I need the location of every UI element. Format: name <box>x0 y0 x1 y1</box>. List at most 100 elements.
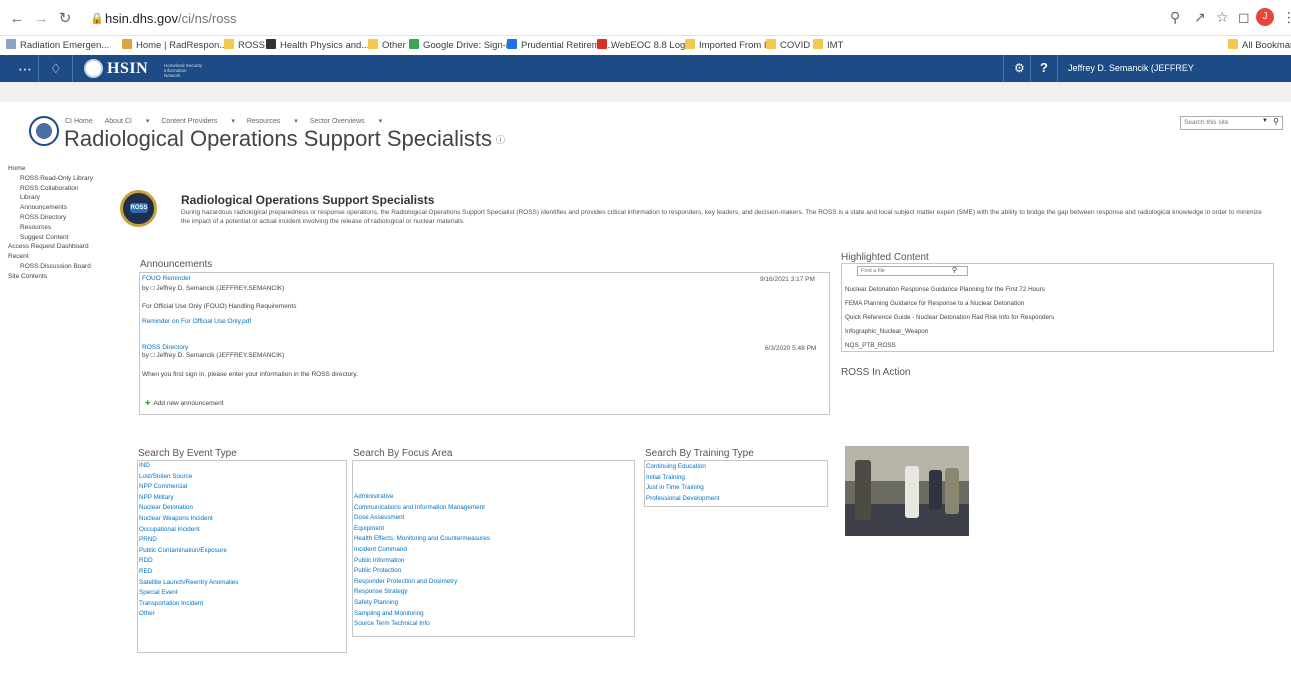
add-announcement-button[interactable]: ✚ Add new announcement <box>145 399 224 407</box>
reload-icon[interactable]: ↻ <box>56 10 74 28</box>
focus-area-item[interactable]: Incident Command <box>354 545 490 556</box>
user-menu[interactable]: Jeffrey D. Semancik (JEFFREY <box>1068 63 1194 73</box>
leftnav-suggest-content[interactable]: Suggest Content <box>8 233 93 243</box>
highlighted-item[interactable]: Quick Reference Guide - Nuclear Detonati… <box>845 314 1054 321</box>
event-type-item[interactable]: IND <box>139 461 238 472</box>
event-type-item[interactable]: Occupational Incident <box>139 525 238 536</box>
training-type-item[interactable]: Continuing Education <box>646 462 720 473</box>
ross-logo-text: ROSS <box>130 203 148 213</box>
hsin-logo[interactable]: HSIN <box>107 60 148 78</box>
highlighted-item-link[interactable]: Nuclear Detonation Response Guidance Pla… <box>845 286 1045 293</box>
event-type-item[interactable]: Special Event <box>139 588 238 599</box>
bookmark-item[interactable]: Health Physics and... <box>266 39 369 51</box>
back-icon[interactable]: ← <box>8 10 26 28</box>
event-type-item[interactable]: RED <box>139 567 238 578</box>
training-type-item[interactable]: Professional Development <box>646 494 720 505</box>
announcement-title-link[interactable]: FOUO Reminder <box>142 275 191 282</box>
gear-icon[interactable]: ⚙ <box>1014 61 1025 75</box>
focus-area-item[interactable]: Safety Planning <box>354 598 490 609</box>
bookmark-item[interactable]: COVID <box>766 39 810 51</box>
event-type-item[interactable]: Other <box>139 609 238 620</box>
focus-area-item[interactable]: Source Term Technical Info <box>354 619 490 630</box>
event-type-item[interactable]: Nuclear Detonation <box>139 503 238 514</box>
event-type-item[interactable]: NPP Commercial <box>139 482 238 493</box>
star-icon[interactable]: ☆ <box>1216 9 1229 26</box>
bookmark-item[interactable]: Other <box>368 39 406 51</box>
sidepanel-icon[interactable]: ◻ <box>1238 9 1250 26</box>
focus-area-title: Search By Focus Area <box>353 448 453 459</box>
address-bar[interactable]: hsin.dhs.gov/ci/ns/ross <box>105 11 237 26</box>
help-icon[interactable]: ? <box>1040 60 1048 75</box>
focus-area-item[interactable]: Response Strategy <box>354 587 490 598</box>
site-search-input[interactable]: Search this site ▼ ⚲ <box>1180 116 1283 130</box>
bookmark-item[interactable]: Imported From IE <box>685 39 773 51</box>
announcement-attachment-link[interactable]: Reminder on For Official Use Only.pdf <box>142 318 251 325</box>
leftnav-access-request-dashboard[interactable]: Access Request Dashboard <box>8 242 93 252</box>
focus-area-item[interactable]: Dose Assessment <box>354 513 490 524</box>
focus-area-item[interactable]: Responder Protection and Dosimetry <box>354 577 490 588</box>
highlighted-item[interactable]: Infographic_Nuclear_Weapon <box>845 328 928 335</box>
training-type-item[interactable]: Just in Time Training <box>646 483 720 494</box>
leftnav-library[interactable]: Library <box>8 193 93 203</box>
leftnav-ross-directory[interactable]: ROSS Directory <box>8 213 93 223</box>
focus-area-item[interactable]: Communications and Information Managemen… <box>354 503 490 514</box>
event-type-item[interactable]: RDD <box>139 556 238 567</box>
focus-area-item[interactable]: Sampling and Monitoring <box>354 609 490 620</box>
topnav-ci-home[interactable]: CI Home <box>65 118 93 125</box>
bell-icon[interactable]: ♢ <box>50 61 62 77</box>
leftnav-home[interactable]: Home <box>8 164 93 174</box>
app-launcher-icon[interactable]: ⋯ <box>18 61 32 78</box>
share-icon[interactable]: ↗ <box>1194 9 1206 26</box>
bookmark-item[interactable]: Google Drive: Sign-in <box>409 39 513 51</box>
event-type-item[interactable]: Lost/Stolen Source <box>139 472 238 483</box>
leftnav-ross-discussion-board[interactable]: ROSS Discussion Board <box>8 262 93 272</box>
photo-person <box>905 466 919 518</box>
focus-area-item[interactable]: Equipment <box>354 524 490 535</box>
focus-area-item[interactable]: Health Effects, Monitoring and Counterme… <box>354 534 490 545</box>
topnav-about-ci[interactable]: About CI ▾ <box>105 118 150 125</box>
leftnav-resources[interactable]: Resources <box>8 223 93 233</box>
menu-icon[interactable]: ⋮ <box>1282 9 1291 26</box>
focus-area-item[interactable]: Public Protection <box>354 566 490 577</box>
event-type-item[interactable]: Public Contamination/Exposure <box>139 546 238 557</box>
site-logo[interactable] <box>29 116 59 146</box>
find-file-input[interactable]: Find a file ⚲ <box>857 266 968 276</box>
search-icon[interactable]: ⚲ <box>1273 117 1279 126</box>
bookmark-item[interactable]: IMT <box>813 39 843 51</box>
bookmarks-bar: Radiation Emergen... Home | RadRespon...… <box>0 36 1291 54</box>
forward-icon[interactable]: → <box>32 10 50 28</box>
chevron-down-icon[interactable]: ▼ <box>1262 118 1268 124</box>
topnav-resources[interactable]: Resources ▾ <box>247 118 298 125</box>
bookmark-item[interactable]: Radiation Emergen... <box>6 39 109 51</box>
training-type-item[interactable]: Initial Training <box>646 473 720 484</box>
bookmark-item[interactable]: ROSS <box>224 39 265 51</box>
leftnav-recent[interactable]: Recent <box>8 252 93 262</box>
event-type-item[interactable]: Nuclear Weapons Incident <box>139 514 238 525</box>
divider <box>1003 55 1004 82</box>
info-icon[interactable]: ⓘ <box>496 135 505 145</box>
announcement-title-link[interactable]: ROSS Directory <box>142 344 188 351</box>
leftnav-site-contents[interactable]: Site Contents <box>8 272 93 282</box>
bookmark-icon <box>6 39 16 49</box>
bookmark-item[interactable]: WebEOC 8.8 Login <box>597 39 693 51</box>
topnav-sector-overviews[interactable]: Sector Overviews ▾ <box>310 118 382 125</box>
event-type-item[interactable]: Transportation Incident <box>139 599 238 610</box>
leftnav-announcements[interactable]: Announcements <box>8 203 93 213</box>
highlighted-item[interactable]: NQS_PTB_ROSS <box>845 342 896 349</box>
zoom-icon[interactable]: ⚲ <box>1170 9 1180 26</box>
focus-area-item[interactable]: Public Information <box>354 556 490 567</box>
event-type-item[interactable]: Satellite Launch/Reentry Anomalies <box>139 578 238 589</box>
topnav-content-providers[interactable]: Content Providers ▾ <box>161 118 235 125</box>
event-type-item[interactable]: NPP Military <box>139 493 238 504</box>
highlighted-item[interactable]: FEMA Planning Guidance for Response to a… <box>845 300 1024 307</box>
all-bookmarks[interactable]: All Bookmark <box>1228 39 1291 51</box>
divider <box>1057 55 1058 82</box>
ross-in-action-photo[interactable] <box>845 446 969 536</box>
leftnav-ross-read-only-library[interactable]: ROSS Read-Only Library <box>8 174 93 184</box>
profile-avatar[interactable]: J <box>1256 8 1274 26</box>
leftnav-ross-collaboration[interactable]: ROSS Collaboration <box>8 184 93 194</box>
search-icon[interactable]: ⚲ <box>952 266 957 274</box>
event-type-item[interactable]: PRND <box>139 535 238 546</box>
bookmark-item[interactable]: Home | RadRespon... <box>122 39 227 51</box>
focus-area-item[interactable]: Administrative <box>354 492 490 503</box>
